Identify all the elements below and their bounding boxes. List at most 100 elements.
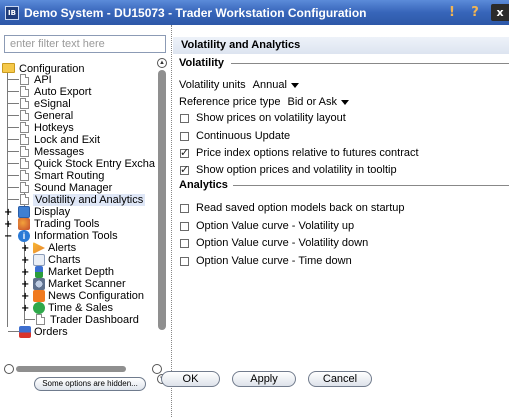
chevron-down-icon [341,99,350,105]
ok-button[interactable]: OK [161,371,220,387]
tree-branch [8,163,19,164]
option-row[interactable]: Option Value curve - Volatility down [179,236,368,250]
tree-item-messages[interactable]: Messages [34,146,84,158]
window-title: Demo System - DU15073 - Trader Workstati… [24,5,367,20]
cancel-button[interactable]: Cancel [308,371,372,387]
tree-item-charts[interactable]: Charts [48,254,80,266]
scrollbar-thumb[interactable] [158,70,166,330]
folder-open-icon [2,63,15,73]
option-label: Option Value curve - Volatility up [196,220,355,232]
tree-item-trader-dashboard[interactable]: Trader Dashboard [50,314,139,326]
pin-icon[interactable]: ! [446,4,458,21]
option-label: Show option prices and volatility in too… [196,164,397,176]
tree-item-quick-stock-entry[interactable]: Quick Stock Entry Excha [34,158,155,170]
tree-item-orders[interactable]: Orders [34,326,68,338]
checkbox-show-prices-volatility-layout[interactable] [180,113,189,123]
info-icon: i [18,230,30,242]
scroll-up-icon[interactable]: ▲ [157,58,167,68]
scroll-right-icon[interactable] [152,364,162,374]
expand-icon[interactable]: + [21,268,29,278]
tree-item-lock-and-exit[interactable]: Lock and Exit [34,134,100,146]
tree-branch [8,139,19,140]
option-row[interactable]: Price index options relative to futures … [179,146,419,160]
checkbox-curve-time-down[interactable] [180,256,189,266]
checkbox-curve-volatility-down[interactable] [180,238,189,248]
section-volatility: Volatility [179,57,225,69]
option-row[interactable]: Read saved option models back on startup [179,201,405,215]
tree-item-esignal[interactable]: eSignal [34,98,71,110]
expand-icon[interactable]: + [21,292,29,302]
tree-vertical-scrollbar[interactable]: ▲ ▼ [156,56,168,386]
checkbox-show-option-prices-tooltip[interactable] [180,163,189,177]
help-icon[interactable]: ? [468,4,482,21]
scroll-left-icon[interactable] [4,364,14,374]
tree-item-alerts[interactable]: Alerts [48,242,76,254]
alerts-icon [33,242,45,254]
tree-branch [8,91,19,92]
document-icon [20,110,29,121]
app-icon: IB [5,5,19,20]
apply-button[interactable]: Apply [232,371,296,387]
tree-item-volatility-and-analytics[interactable]: Volatility and Analytics [33,194,146,206]
tree-branch [25,319,35,320]
configuration-window: IB Demo System - DU15073 - Trader Workst… [0,0,509,417]
orders-icon [19,326,31,338]
option-row[interactable]: Continuous Update [179,129,290,143]
option-row[interactable]: Show option prices and volatility in too… [179,163,397,177]
document-icon [20,98,29,109]
expand-icon[interactable]: + [21,280,29,290]
option-label: Price index options relative to futures … [196,147,419,159]
scrollbar-thumb[interactable] [16,366,126,372]
document-icon [20,170,29,181]
tree-branch [8,175,19,176]
tree-item-smart-routing[interactable]: Smart Routing [34,170,104,182]
tree-item-sound-manager[interactable]: Sound Manager [34,182,112,194]
tree-item-information-tools[interactable]: Information Tools [34,230,118,242]
volatility-units-label: Volatility units [179,79,246,91]
hidden-options-button[interactable]: Some options are hidden... [34,377,146,391]
checkbox-continuous-update[interactable] [180,131,189,141]
checkbox-price-index-relative-futures[interactable] [180,146,189,160]
tree-item-market-depth[interactable]: Market Depth [48,266,114,278]
tree-item-trading-tools[interactable]: Trading Tools [34,218,99,230]
panel-title: Volatility and Analytics [173,37,509,54]
tree-item-news-configuration[interactable]: News Configuration [48,290,144,302]
document-icon [36,314,45,325]
document-icon [20,158,29,169]
settings-navigation: Configuration API Auto Export eSignal Ge… [0,25,171,417]
option-row[interactable]: Show prices on volatility layout [179,111,346,125]
close-button[interactable]: x [491,4,509,21]
volatility-units-row: Volatility units Annual [179,78,302,92]
checkbox-curve-volatility-up[interactable] [180,221,189,231]
tree-item-market-scanner[interactable]: Market Scanner [48,278,126,290]
expand-icon[interactable]: + [21,244,29,254]
tree-item-auto-export[interactable]: Auto Export [34,86,91,98]
tree-branch [8,331,19,332]
expand-icon[interactable]: + [21,256,29,266]
reference-price-row: Reference price type Bid or Ask [179,95,353,109]
section-divider [233,185,509,186]
reference-price-select[interactable]: Bid or Ask [284,95,353,109]
tree-branch [8,127,19,128]
tree-horizontal-scrollbar[interactable] [4,363,164,375]
charts-icon [33,254,45,266]
option-label: Continuous Update [196,130,291,142]
expand-icon[interactable]: + [4,208,12,218]
settings-panel: Volatility and Analytics Volatility Vola… [173,25,509,417]
collapse-icon[interactable]: − [4,232,12,242]
tree-item-hotkeys[interactable]: Hotkeys [34,122,74,134]
checkbox-read-saved-option-models[interactable] [180,203,189,213]
option-row[interactable]: Option Value curve - Volatility up [179,219,354,233]
filter-input[interactable] [4,35,166,53]
tree-item-time-and-sales[interactable]: Time & Sales [48,302,113,314]
time-sales-icon [33,302,45,314]
volatility-units-select[interactable]: Annual [249,78,302,92]
trading-tools-icon [18,218,30,230]
expand-icon[interactable]: + [4,220,12,230]
expand-icon[interactable]: + [21,304,29,314]
tree-item-display[interactable]: Display [34,206,70,218]
option-row[interactable]: Option Value curve - Time down [179,254,352,268]
chevron-down-icon [290,82,299,88]
tree-item-general[interactable]: General [34,110,73,122]
tree-item-api[interactable]: API [34,74,52,86]
